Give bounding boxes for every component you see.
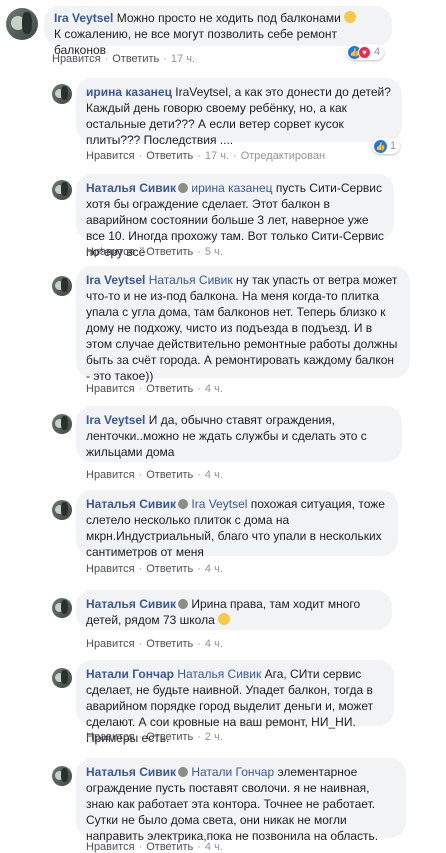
comment-actions: Нравится · Ответить · 4 ч.: [86, 563, 223, 575]
reply-link[interactable]: Ответить: [146, 841, 193, 853]
like-link[interactable]: Нравится: [86, 563, 135, 575]
avatar[interactable]: [52, 180, 72, 200]
like-link[interactable]: Нравится: [52, 53, 101, 65]
avatar[interactable]: [52, 668, 72, 688]
comment-author[interactable]: Наталья Сивик: [86, 497, 176, 511]
avatar[interactable]: [52, 766, 72, 786]
emoji-icon: [178, 767, 189, 777]
like-reaction-icon: 👍: [374, 139, 387, 153]
timestamp[interactable]: 17 ч.: [205, 150, 229, 162]
timestamp[interactable]: 17 ч.: [171, 53, 195, 65]
emoji-icon: [178, 183, 189, 193]
emoji-icon: [344, 11, 357, 23]
reaction-badge[interactable]: 👍 1: [372, 138, 401, 154]
comment-actions: Нравится · Ответить · 2 ч.: [86, 731, 223, 743]
comment-author[interactable]: Натали Гончар: [86, 667, 174, 681]
reply-link[interactable]: Ответить: [146, 383, 193, 395]
comment-author[interactable]: Наталья Сивик: [86, 597, 176, 611]
like-link[interactable]: Нравится: [86, 246, 135, 258]
comment-bubble: Наталья Сивик Ira Veytsel похожая ситуац…: [76, 490, 398, 559]
reply-link[interactable]: Ответить: [146, 638, 193, 650]
reaction-count: 1: [390, 140, 397, 152]
comment-author[interactable]: Ira Veytsel: [86, 273, 145, 287]
comment-bubble: Ira Veytsel Можно просто не ходить под б…: [44, 6, 392, 57]
comment-bubble: Ira Veytsel И да, обычно ставят огражден…: [76, 406, 402, 462]
comment-actions: Нравится · Ответить · 4 ч.: [86, 383, 223, 395]
mention-link[interactable]: Наталья Сивик: [149, 273, 233, 287]
like-link[interactable]: Нравится: [86, 841, 135, 853]
comment-actions: Нравится · Ответить · 17 ч. · Отредактирован: [86, 150, 326, 162]
mention-link[interactable]: Наталья Сивик: [177, 667, 261, 681]
comment-text: ну так упасть от ветра может что-то и не…: [86, 273, 398, 383]
comment-author[interactable]: Ira Veytsel: [86, 413, 145, 427]
comment-actions: Нравится · Ответить · 17 ч.: [52, 53, 196, 65]
comment-author[interactable]: Наталья Сивик: [86, 181, 176, 195]
comment-bubble: Наталья Сивик Ирина права, там ходит мно…: [76, 590, 392, 630]
timestamp[interactable]: 4 ч.: [205, 638, 223, 650]
comment-bubble: Наталья Сивик Натали Гончар элементарное…: [76, 758, 406, 843]
comment-actions: Нравится · Ответить · 4 ч.: [86, 841, 223, 853]
timestamp[interactable]: 4 ч.: [205, 563, 223, 575]
timestamp[interactable]: 4 ч.: [205, 383, 223, 395]
reaction-count: 4: [374, 46, 381, 58]
mention-link[interactable]: Ira Veytsel: [191, 497, 247, 511]
timestamp[interactable]: 4 ч.: [205, 469, 223, 481]
reply-link[interactable]: Ответить: [146, 731, 193, 743]
reply-link[interactable]: Ответить: [146, 150, 193, 162]
mention-link[interactable]: Натали Гончар: [191, 765, 274, 779]
timestamp[interactable]: 5 ч.: [205, 246, 223, 258]
reaction-badge[interactable]: 👍 ♥ 4: [346, 44, 385, 60]
reply-link[interactable]: Ответить: [112, 53, 159, 65]
comment-bubble: Наталья Сивик ирина казанец пусть Сити-С…: [76, 174, 394, 259]
comment-actions: Нравится · Ответить · 4 ч.: [86, 469, 223, 481]
mention-link[interactable]: ирина казанец: [191, 181, 272, 195]
timestamp[interactable]: 4 ч.: [205, 841, 223, 853]
comment-text: Можно просто не ходить под балконами: [116, 11, 341, 25]
like-link[interactable]: Нравится: [86, 469, 135, 481]
comment-bubble: ирина казанец IraVeytsel, а как это доне…: [76, 78, 402, 147]
comment-bubble: Ira Veytsel Наталья Сивик ну так упасть …: [76, 266, 410, 383]
comment-actions: Нравится · Ответить · 5 ч.: [86, 246, 223, 258]
avatar[interactable]: [6, 8, 38, 40]
like-link[interactable]: Нравится: [86, 638, 135, 650]
avatar[interactable]: [52, 414, 72, 434]
avatar[interactable]: [52, 84, 72, 104]
reply-link[interactable]: Ответить: [146, 246, 193, 258]
comment-bubble: Натали Гончар Наталья Сивик Ага, СИти се…: [76, 660, 394, 745]
emoji-icon: [178, 599, 189, 609]
love-reaction-icon: ♥: [358, 45, 371, 59]
timestamp[interactable]: 2 ч.: [205, 731, 223, 743]
avatar[interactable]: [52, 500, 72, 520]
avatar[interactable]: [52, 276, 72, 296]
comment-actions: Нравится · Ответить · 4 ч.: [86, 638, 223, 650]
like-link[interactable]: Нравится: [86, 383, 135, 395]
reply-link[interactable]: Ответить: [146, 563, 193, 575]
comment-author[interactable]: ирина казанец: [86, 85, 172, 99]
smile-emoji-icon: [218, 613, 231, 625]
comment-author[interactable]: Наталья Сивик: [86, 765, 176, 779]
avatar[interactable]: [52, 598, 72, 618]
reply-link[interactable]: Ответить: [146, 469, 193, 481]
edited-label[interactable]: Отредактирован: [241, 150, 325, 162]
emoji-icon: [178, 499, 189, 509]
comment-author[interactable]: Ira Veytsel: [54, 11, 113, 25]
like-link[interactable]: Нравится: [86, 150, 135, 162]
like-link[interactable]: Нравится: [86, 731, 135, 743]
